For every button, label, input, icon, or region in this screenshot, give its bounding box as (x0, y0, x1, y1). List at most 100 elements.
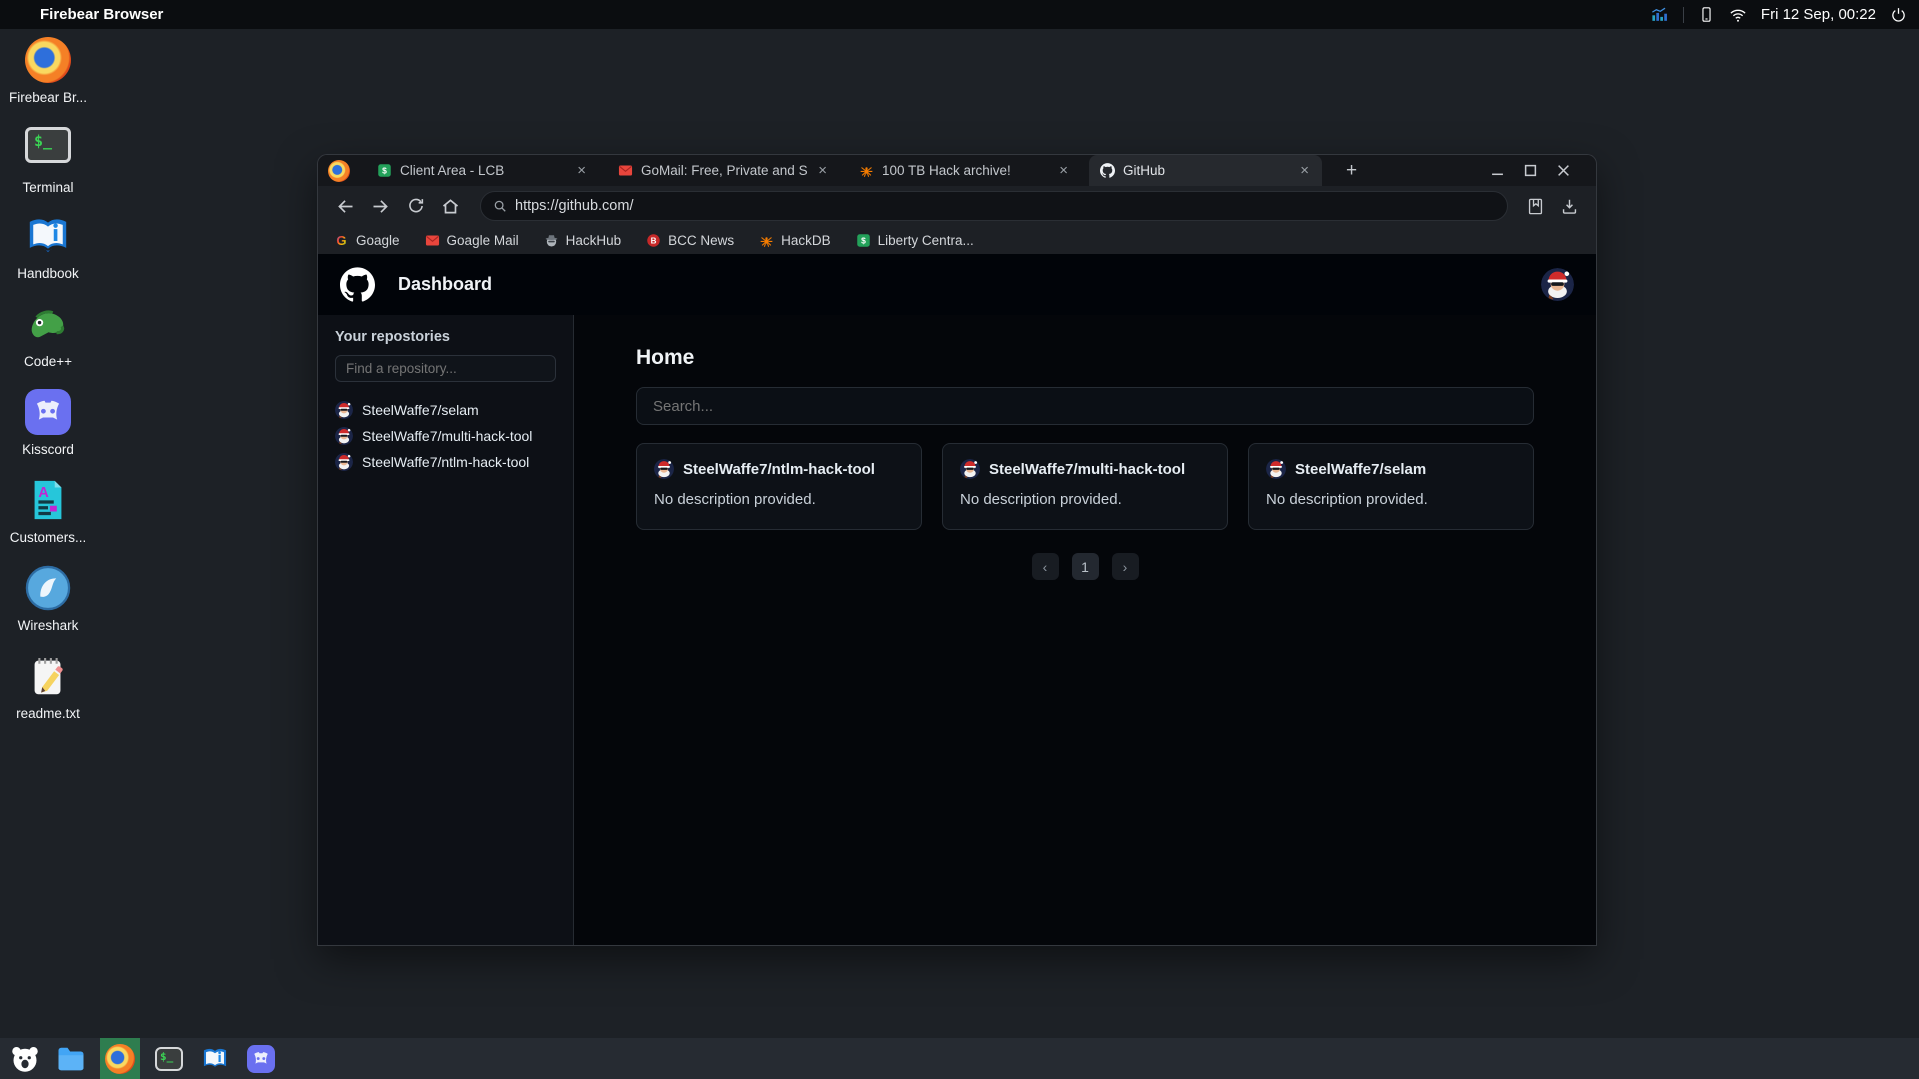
repo-card-description: No description provided. (654, 491, 904, 508)
bookmark-label: Liberty Centra... (878, 233, 974, 248)
reload-icon[interactable] (400, 191, 431, 222)
svg-text:$: $ (382, 166, 387, 176)
url-input[interactable] (515, 198, 1495, 214)
find-repository-input[interactable] (335, 355, 556, 382)
desktop-icon-firebear[interactable]: Firebear Br... (0, 37, 96, 105)
clock[interactable]: Fri 12 Sep, 00:22 (1761, 6, 1876, 23)
tab-close-icon[interactable]: × (1057, 162, 1070, 179)
bookmark-liberty-central[interactable]: $ Liberty Centra... (856, 233, 974, 248)
tab-close-icon[interactable]: × (816, 162, 829, 179)
tray-divider (1683, 7, 1684, 23)
pagination: ‹ 1 › (636, 553, 1534, 580)
repo-card-link[interactable]: SteelWaffe7/multi-hack-tool (989, 461, 1185, 478)
desktop-icon-kisscord[interactable]: Kisscord (0, 389, 96, 457)
github-logo-icon[interactable] (340, 267, 375, 302)
new-tab-button[interactable]: + (1340, 160, 1363, 182)
wifi-icon[interactable] (1729, 6, 1747, 24)
github-header: Dashboard (318, 254, 1596, 315)
goagle-g-icon: G (334, 233, 349, 248)
github-body: Your repostories SteelWaffe7/selam Steel… (318, 315, 1596, 945)
file-manager-folder-icon[interactable] (54, 1042, 88, 1076)
tab-close-icon[interactable]: × (1298, 162, 1311, 179)
search-icon (493, 199, 507, 213)
browser-menu-firefox-icon[interactable] (328, 160, 350, 182)
repo-avatar (335, 427, 353, 445)
desktop-icon-readme[interactable]: readme.txt (0, 653, 96, 721)
repo-card-link[interactable]: SteelWaffe7/ntlm-hack-tool (683, 461, 875, 478)
system-tray: Fri 12 Sep, 00:22 (1650, 5, 1907, 24)
minimize-icon[interactable] (1491, 164, 1504, 177)
page-number-button[interactable]: 1 (1072, 553, 1099, 580)
power-icon[interactable] (1890, 6, 1907, 23)
home-icon[interactable] (435, 191, 466, 222)
bookmark-label: Goagle Mail (447, 233, 519, 248)
desktop-icon-handbook[interactable]: Handbook (0, 213, 96, 281)
handbook-icon (25, 213, 71, 259)
download-icon[interactable] (1554, 191, 1584, 221)
repo-avatar (960, 459, 980, 479)
desktop-icon-wireshark[interactable]: Wireshark (0, 565, 96, 633)
repo-card: SteelWaffe7/multi-hack-tool No descripti… (942, 443, 1228, 530)
chevron-left-icon[interactable]: ‹ (1032, 553, 1059, 580)
repo-link-multi-hack-tool[interactable]: SteelWaffe7/multi-hack-tool (335, 426, 556, 445)
svg-text:B: B (651, 236, 657, 245)
tab-title: GoMail: Free, Private and Sec... (641, 163, 808, 178)
close-window-icon[interactable] (1557, 164, 1570, 177)
document-icon: A (25, 477, 71, 523)
repo-link-ntlm-hack-tool[interactable]: SteelWaffe7/ntlm-hack-tool (335, 452, 556, 471)
chevron-right-icon[interactable]: › (1112, 553, 1139, 580)
taskbar-terminal-icon[interactable]: $_ (152, 1042, 186, 1076)
desktop-icon-label: Code++ (0, 354, 96, 369)
github-main: Home SteelWaffe7/ntlm-hack-tool No descr… (574, 315, 1596, 945)
repo-name: SteelWaffe7/ntlm-hack-tool (362, 454, 529, 470)
menu-bear-icon[interactable] (8, 1042, 42, 1076)
tab-gomail[interactable]: GoMail: Free, Private and Sec... × (607, 155, 840, 186)
tab-hack-archive[interactable]: 100 TB Hack archive! × (848, 155, 1081, 186)
repo-card: SteelWaffe7/selam No description provide… (1248, 443, 1534, 530)
desktop: { "system": { "app_name": "Firebear Brow… (0, 0, 1919, 1079)
taskbar: $_ (0, 1038, 1919, 1079)
spider-icon (759, 233, 774, 248)
bookmark-hackhub[interactable]: HackHub (544, 233, 622, 248)
repo-link-selam[interactable]: SteelWaffe7/selam (335, 400, 556, 419)
maximize-icon[interactable] (1524, 164, 1537, 177)
dollar-icon: $ (856, 233, 871, 248)
phone-icon[interactable] (1698, 6, 1715, 23)
repo-cards: SteelWaffe7/ntlm-hack-tool No descriptio… (636, 443, 1534, 530)
network-activity-icon[interactable] (1650, 5, 1669, 24)
notepad-pencil-icon (25, 653, 71, 699)
mail-favicon (618, 163, 633, 178)
desktop-icon-codepp[interactable]: Code++ (0, 301, 96, 369)
desktop-icon-terminal[interactable]: $_ Terminal (0, 125, 96, 195)
bookmark-goagle-mail[interactable]: Goagle Mail (425, 233, 519, 248)
desktop-icon-label: Customers... (0, 530, 96, 545)
repo-avatar (335, 401, 353, 419)
reading-list-icon[interactable] (1520, 191, 1550, 221)
repo-avatar (1266, 459, 1286, 479)
github-favicon (1100, 163, 1115, 178)
repo-avatar (335, 453, 353, 471)
bookmark-goagle[interactable]: G Goagle (334, 233, 400, 248)
user-avatar[interactable] (1541, 268, 1574, 301)
tab-close-icon[interactable]: × (575, 162, 588, 179)
desktop-icon-label: Handbook (0, 266, 96, 281)
bookmark-bcc-news[interactable]: B BCC News (646, 233, 734, 248)
window-controls (1491, 164, 1586, 177)
url-bar[interactable] (480, 191, 1508, 221)
desktop-icon-label: Terminal (0, 180, 96, 195)
desktop-icon-label: readme.txt (0, 706, 96, 721)
taskbar-handbook-icon[interactable] (198, 1042, 232, 1076)
tab-github[interactable]: GitHub × (1089, 155, 1322, 186)
desktop-icon-customers[interactable]: A Customers... (0, 477, 96, 545)
taskbar-kisscord-icon[interactable] (244, 1042, 278, 1076)
tab-client-area[interactable]: $ Client Area - LCB × (366, 155, 599, 186)
dashboard-search-input[interactable] (636, 387, 1534, 425)
repo-card-link[interactable]: SteelWaffe7/selam (1295, 461, 1426, 478)
back-icon[interactable] (330, 191, 361, 222)
bcc-b-icon: B (646, 233, 661, 248)
forward-icon[interactable] (365, 191, 396, 222)
desktop-icon-label: Firebear Br... (0, 90, 96, 105)
svg-text:G: G (336, 233, 346, 248)
bookmark-hackdb[interactable]: HackDB (759, 233, 831, 248)
taskbar-firefox-active[interactable] (100, 1038, 140, 1079)
